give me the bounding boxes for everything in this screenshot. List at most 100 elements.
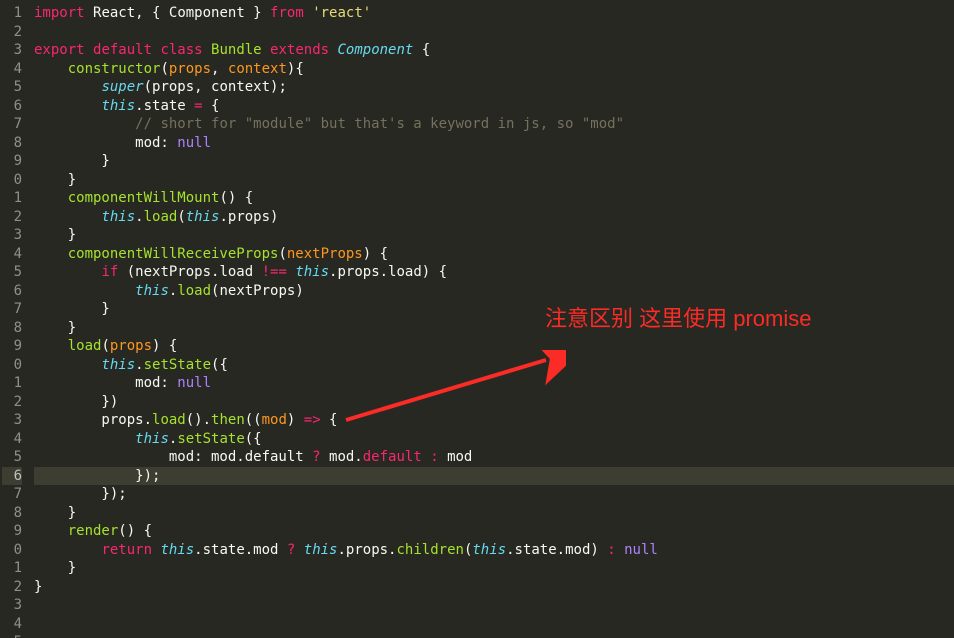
- token: mod: mod.default: [34, 449, 312, 465]
- code-line[interactable]: render() {: [34, 522, 954, 541]
- token: [422, 449, 430, 465]
- line-number: 7: [2, 485, 22, 504]
- token: (: [160, 61, 168, 77]
- code-line[interactable]: this.setState({: [34, 430, 954, 449]
- token: extends: [270, 42, 337, 58]
- code-line[interactable]: mod: mod.default ? mod.default : mod: [34, 448, 954, 467]
- code-line[interactable]: componentWillMount() {: [34, 189, 954, 208]
- token: {: [321, 412, 338, 428]
- code-line[interactable]: this.state = {: [34, 97, 954, 116]
- code-line[interactable]: });: [34, 485, 954, 504]
- line-number: 8: [2, 319, 22, 338]
- token: 'react': [312, 5, 371, 21]
- code-line[interactable]: this.load(this.props): [34, 208, 954, 227]
- token: this: [160, 542, 194, 558]
- token: !==: [262, 264, 287, 280]
- token: ({: [211, 357, 228, 373]
- code-line[interactable]: // short for "module" but that's a keywo…: [34, 115, 954, 134]
- token: [34, 61, 68, 77]
- code-line[interactable]: import React, { Component } from 'react': [34, 4, 954, 23]
- token: componentWillReceiveProps: [68, 246, 279, 262]
- code-line[interactable]: [34, 596, 954, 615]
- code-line[interactable]: }: [34, 171, 954, 190]
- token: .props): [219, 209, 278, 225]
- token: }: [34, 172, 76, 188]
- token: ): [287, 412, 304, 428]
- code-line[interactable]: }: [34, 152, 954, 171]
- token: load: [152, 412, 186, 428]
- code-line[interactable]: constructor(props, context){: [34, 60, 954, 79]
- line-number: 8: [2, 134, 22, 153]
- line-number: 0: [2, 171, 22, 190]
- token: });: [34, 468, 160, 484]
- token: nextProps: [287, 246, 363, 262]
- code-line[interactable]: }): [34, 393, 954, 412]
- token: [34, 357, 101, 373]
- token: ().: [186, 412, 211, 428]
- token: load: [177, 283, 211, 299]
- code-line[interactable]: [34, 615, 954, 634]
- token: Component: [337, 42, 413, 58]
- token: [34, 116, 135, 132]
- token: (: [101, 338, 109, 354]
- token: null: [177, 135, 211, 151]
- code-line[interactable]: mod: null: [34, 374, 954, 393]
- token: this: [135, 431, 169, 447]
- line-number: 5: [2, 78, 22, 97]
- token: }: [34, 320, 76, 336]
- code-line[interactable]: }: [34, 300, 954, 319]
- code-line[interactable]: componentWillReceiveProps(nextProps) {: [34, 245, 954, 264]
- code-line[interactable]: props.load().then((mod) => {: [34, 411, 954, 430]
- code-line[interactable]: });: [34, 467, 954, 486]
- token: .state: [135, 98, 194, 114]
- code-line[interactable]: }: [34, 319, 954, 338]
- code-line[interactable]: }: [34, 578, 954, 597]
- token: , {: [135, 5, 169, 21]
- token: mod:: [34, 135, 177, 151]
- line-number: 4: [2, 615, 22, 634]
- token: super: [101, 79, 143, 95]
- token: ){: [287, 61, 304, 77]
- code-line[interactable]: mod: null: [34, 134, 954, 153]
- token: React: [93, 5, 135, 21]
- token: [34, 431, 135, 447]
- code-line[interactable]: [34, 23, 954, 42]
- code-line[interactable]: }: [34, 226, 954, 245]
- token: from: [270, 5, 312, 21]
- line-number: 7: [2, 115, 22, 134]
- token: :: [607, 542, 615, 558]
- code-line[interactable]: super(props, context);: [34, 78, 954, 97]
- line-number: 2: [2, 23, 22, 42]
- token: children: [397, 542, 464, 558]
- token: context: [228, 61, 287, 77]
- code-line[interactable]: }: [34, 504, 954, 523]
- token: }: [34, 560, 76, 576]
- token: Component: [169, 5, 245, 21]
- token: mod: [262, 412, 287, 428]
- token: .: [135, 357, 143, 373]
- line-number: 6: [2, 467, 22, 486]
- code-line[interactable]: this.load(nextProps): [34, 282, 954, 301]
- code-line[interactable]: if (nextProps.load !== this.props.load) …: [34, 263, 954, 282]
- token: props: [110, 338, 152, 354]
- token: this: [304, 542, 338, 558]
- code-editor[interactable]: 12345678901234567890123456789012345 impo…: [0, 0, 954, 638]
- token: (nextProps.load: [118, 264, 261, 280]
- code-line[interactable]: return this.state.mod ? this.props.child…: [34, 541, 954, 560]
- code-line[interactable]: this.setState({: [34, 356, 954, 375]
- token: this: [101, 357, 135, 373]
- code-line[interactable]: }: [34, 559, 954, 578]
- token: }: [34, 301, 110, 317]
- token: }: [34, 153, 110, 169]
- token: .props.: [337, 542, 396, 558]
- code-line[interactable]: load(props) {: [34, 337, 954, 356]
- code-line[interactable]: export default class Bundle extends Comp…: [34, 41, 954, 60]
- token: ({: [245, 431, 262, 447]
- token: constructor: [68, 61, 161, 77]
- token: (nextProps): [211, 283, 304, 299]
- code-line[interactable]: [34, 633, 954, 638]
- code-area[interactable]: import React, { Component } from 'react'…: [24, 0, 954, 638]
- line-number: 9: [2, 152, 22, 171]
- token: setState: [144, 357, 211, 373]
- token: [616, 542, 624, 558]
